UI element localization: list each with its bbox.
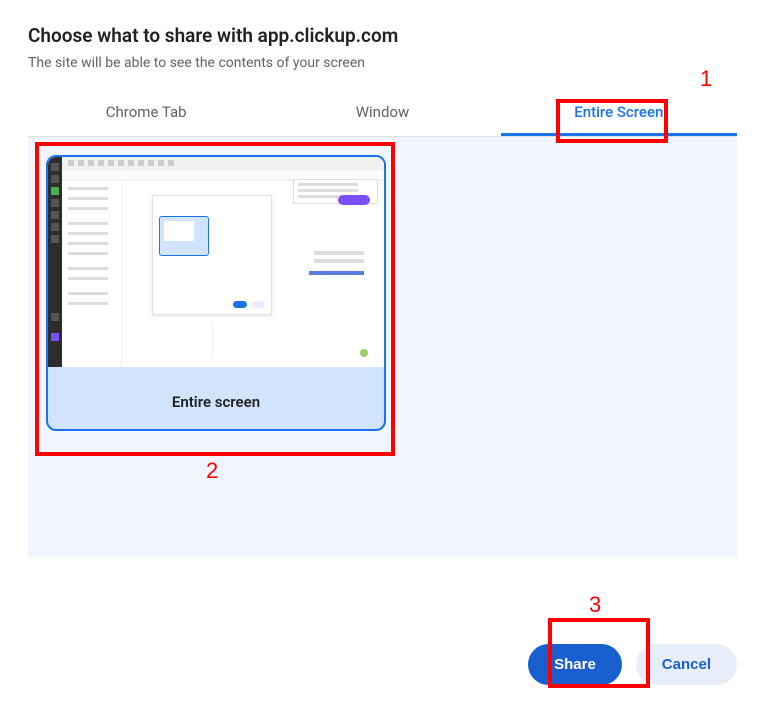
screen-thumbnail: [48, 157, 384, 367]
tab-label: Entire Screen: [574, 103, 663, 121]
screen-list: Entire screen: [28, 137, 737, 557]
dialog-title: Choose what to share with app.clickup.co…: [28, 24, 737, 47]
tab-entire-screen[interactable]: Entire Screen: [501, 91, 737, 136]
cancel-button[interactable]: Cancel: [636, 644, 737, 685]
tab-chrome-tab[interactable]: Chrome Tab: [28, 91, 264, 136]
tab-label: Window: [356, 103, 410, 121]
dialog-subtitle: The site will be able to see the content…: [28, 55, 737, 71]
share-screen-dialog: Choose what to share with app.clickup.co…: [0, 0, 765, 581]
screen-option-entire[interactable]: Entire screen: [46, 155, 386, 431]
annotation-number-3: 3: [589, 592, 601, 618]
tab-label: Chrome Tab: [106, 103, 187, 121]
dialog-footer: Share Cancel: [528, 644, 737, 685]
share-button[interactable]: Share: [528, 644, 622, 685]
tab-window[interactable]: Window: [264, 91, 500, 136]
screen-option-label: Entire screen: [48, 367, 384, 429]
source-tabs: Chrome Tab Window Entire Screen: [28, 91, 737, 137]
